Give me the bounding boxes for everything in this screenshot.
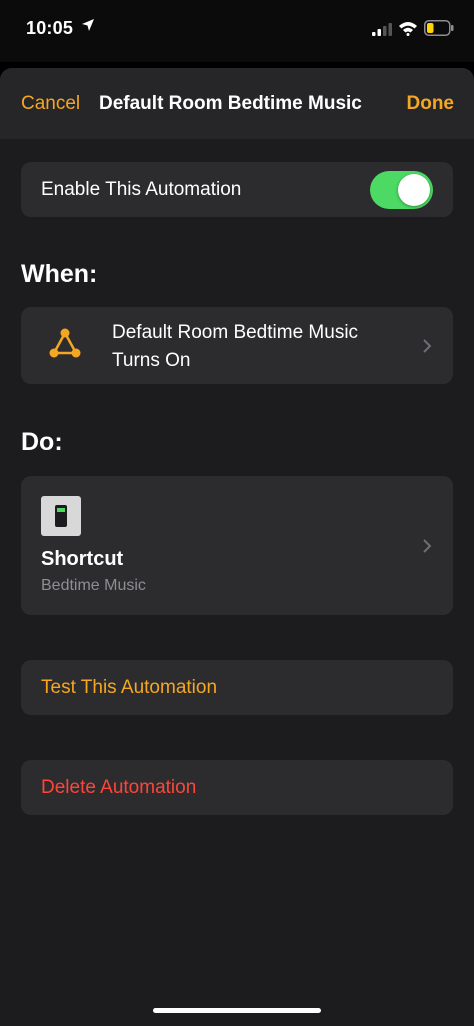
do-heading: Do:	[21, 428, 63, 456]
shortcut-switch-icon	[41, 496, 81, 536]
action-row[interactable]: Shortcut Bedtime Music	[21, 476, 453, 615]
cellular-signal-icon	[372, 23, 392, 36]
trigger-row[interactable]: Default Room Bedtime Music Turns On	[21, 307, 453, 384]
status-time: 10:05	[26, 18, 74, 38]
trigger-text: Default Room Bedtime Music Turns On	[112, 319, 402, 375]
cancel-button[interactable]: Cancel	[21, 93, 80, 115]
enable-automation-toggle[interactable]	[370, 171, 433, 209]
location-arrow-icon	[82, 19, 94, 31]
battery-icon	[424, 20, 454, 36]
when-heading: When:	[21, 260, 98, 288]
chevron-right-icon	[423, 339, 432, 353]
enable-automation-label: Enable This Automation	[41, 179, 242, 200]
action-title: Shortcut	[41, 548, 124, 570]
delete-automation-button[interactable]: Delete Automation	[21, 760, 453, 815]
nav-bar: Cancel Default Room Bedtime Music Done	[0, 68, 474, 139]
status-bar: 10:05	[0, 0, 474, 62]
nav-title: Default Room Bedtime Music	[99, 93, 362, 114]
trigger-line-1: Default Room Bedtime Music	[112, 322, 359, 343]
delete-automation-label: Delete Automation	[41, 777, 197, 798]
scene-trigger-icon	[49, 328, 81, 358]
enable-automation-row: Enable This Automation	[21, 162, 453, 217]
home-indicator[interactable]	[153, 1008, 321, 1013]
automation-sheet: Cancel Default Room Bedtime Music Done E…	[0, 68, 474, 1026]
test-automation-button[interactable]: Test This Automation	[21, 660, 453, 715]
trigger-line-2: Turns On	[112, 350, 191, 371]
done-button[interactable]: Done	[407, 93, 455, 115]
test-automation-label: Test This Automation	[41, 677, 218, 698]
toggle-knob	[398, 174, 430, 206]
action-subtitle: Bedtime Music	[41, 577, 146, 594]
wifi-icon	[399, 22, 417, 36]
chevron-right-icon	[423, 539, 432, 553]
